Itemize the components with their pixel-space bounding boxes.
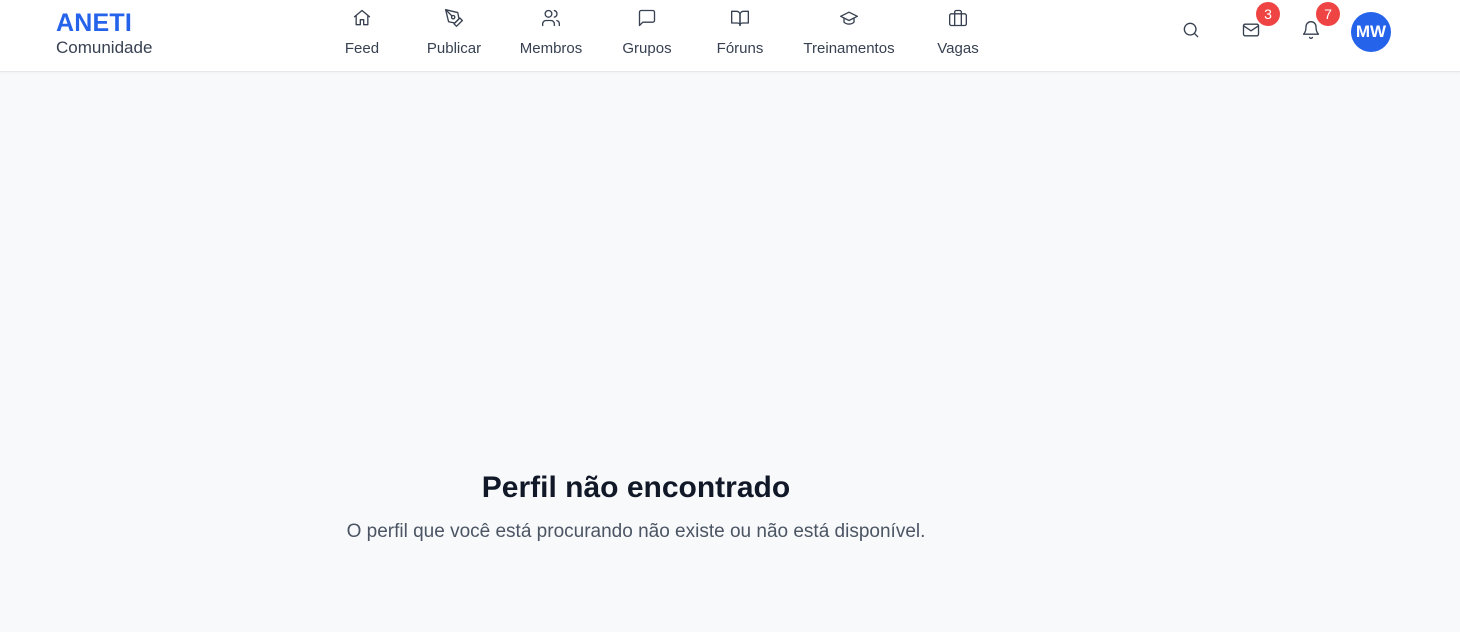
nav-item-membros[interactable]: Membros — [496, 8, 606, 60]
nav-label-feed: Feed — [344, 40, 380, 57]
brand-title: ANETI — [56, 9, 132, 37]
brand-subtitle: Comunidade — [56, 38, 153, 57]
nav-item-vagas[interactable]: Vagas — [903, 8, 1013, 60]
book-open-icon — [730, 8, 750, 33]
nav-label-publicar: Publicar — [426, 40, 482, 57]
nav-label-grupos: Grupos — [622, 40, 672, 57]
home-icon — [352, 8, 372, 33]
profile-not-found: Perfil não encontrado O perfil que você … — [0, 470, 1272, 544]
top-navigation-bar: ANETI Comunidade Feed Publicar Membros G… — [0, 0, 1460, 72]
graduation-cap-icon — [839, 8, 859, 33]
search-button[interactable] — [1175, 16, 1207, 48]
page-title: Perfil não encontrado — [481, 471, 791, 504]
nav-label-membros: Membros — [519, 40, 583, 57]
message-square-icon — [637, 8, 657, 33]
messages-count-badge: 3 — [1256, 2, 1280, 26]
briefcase-icon — [948, 8, 968, 33]
not-found-message: O perfil que você está procurando não ex… — [346, 521, 926, 542]
users-icon — [541, 8, 561, 33]
nav-item-treinamentos[interactable]: Treinamentos — [794, 8, 904, 60]
mail-icon — [1241, 20, 1261, 45]
pen-tool-icon — [444, 8, 464, 33]
notifications-count-badge: 7 — [1316, 2, 1340, 26]
user-avatar[interactable]: MW — [1351, 12, 1391, 52]
nav-item-foruns[interactable]: Fóruns — [685, 8, 795, 60]
bell-icon — [1301, 20, 1321, 45]
nav-label-treinamentos: Treinamentos — [803, 40, 895, 57]
nav-label-foruns: Fóruns — [716, 40, 764, 57]
nav-label-vagas: Vagas — [937, 40, 979, 57]
brand-logo[interactable]: ANETI Comunidade — [56, 9, 152, 58]
search-icon — [1181, 20, 1201, 45]
nav-item-publicar[interactable]: Publicar — [399, 8, 509, 60]
